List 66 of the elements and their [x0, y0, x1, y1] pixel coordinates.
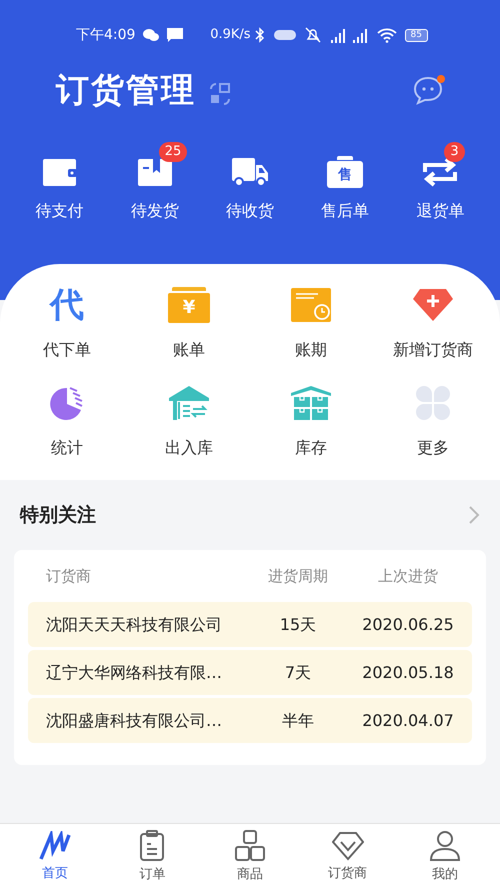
function-item[interactable]: 出入库: [128, 382, 250, 460]
table-cell-text: 2020.06.25: [361, 614, 455, 636]
function-item[interactable]: ¥ 账单: [128, 284, 250, 362]
warehouse-boxes-icon: [290, 385, 332, 421]
supplier-row[interactable]: 沈阳盛唐科技有限公司… 半年 2020.04.07: [28, 698, 472, 743]
clover-icon: [415, 385, 451, 421]
function-item[interactable]: 账期: [250, 284, 372, 362]
table-cell-text: 2020.05.18: [361, 662, 455, 684]
function-item[interactable]: 统计: [6, 382, 128, 460]
agent-icon: 代: [50, 285, 84, 325]
bell-muted-icon: [304, 27, 321, 43]
table-cell-text: 7天: [284, 662, 312, 684]
order-shortcut[interactable]: 25 待发货: [107, 140, 202, 223]
supplier-row[interactable]: 辽宁大华网络科技有限… 7天 2020.05.18: [28, 650, 472, 695]
table-cell-text: 2020.04.07: [361, 710, 455, 732]
supplier-row[interactable]: 沈阳天天天科技有限公司 15天 2020.06.25: [28, 602, 472, 647]
order-shortcut[interactable]: 售 售后单: [298, 140, 393, 223]
message-app-icon: [167, 28, 184, 42]
signal-icon: [328, 27, 347, 43]
column-header: 上次进货: [377, 566, 439, 587]
function-item[interactable]: 更多: [372, 382, 494, 460]
table-cell-text: 半年: [281, 710, 315, 732]
battery-indicator: 85: [404, 28, 428, 42]
table-cell-text: 沈阳盛唐科技有限公司…: [45, 710, 223, 732]
chevron-right-icon[interactable]: [468, 505, 480, 525]
clipboard-icon: [139, 830, 166, 862]
order-shortcut[interactable]: 3 退货单: [392, 140, 488, 223]
order-shortcut[interactable]: 待支付: [12, 140, 108, 223]
function-item[interactable]: 新增订货商: [372, 284, 494, 362]
table-cell-text: 15天: [278, 614, 318, 636]
gem-plus-icon: [412, 287, 454, 323]
wallet-icon: [42, 156, 78, 188]
status-time: 下午4:09: [76, 26, 136, 44]
network-speed: 0.9K/s: [210, 26, 251, 44]
toggle-icon: [272, 28, 297, 42]
diamond-icon: [332, 830, 364, 861]
tab-item[interactable]: 首页: [6, 824, 104, 890]
function-item[interactable]: 库存: [250, 382, 372, 460]
logo-icon: [38, 830, 71, 861]
box-icon: [136, 156, 173, 188]
table-cell-text: 沈阳天天天科技有限公司: [45, 614, 223, 636]
function-item[interactable]: 代 代下单: [6, 284, 128, 362]
repeat-icon: [422, 156, 458, 188]
tab-item[interactable]: 商品: [201, 824, 299, 890]
chat-app-icon: [143, 28, 160, 42]
tab-item[interactable]: 订单: [104, 824, 202, 890]
tab-item[interactable]: 我的: [396, 824, 494, 890]
scan-icon[interactable]: [208, 82, 232, 106]
warehouse-icon: [168, 385, 210, 421]
column-header: 进货周期: [267, 566, 329, 587]
count-badge: 25: [158, 142, 188, 162]
signal-icon: [350, 27, 369, 43]
bluetooth-icon: [254, 27, 265, 43]
column-header: 订货商: [45, 566, 92, 587]
tab-item[interactable]: 订货商: [298, 824, 396, 890]
boxes-icon: [234, 830, 266, 862]
wifi-icon: [376, 27, 397, 43]
page-title: 订货管理: [56, 69, 196, 112]
order-shortcut[interactable]: 待收货: [202, 140, 298, 223]
message-icon[interactable]: [412, 74, 446, 106]
calendar-clock-icon: [290, 287, 332, 323]
count-badge: 3: [444, 142, 465, 162]
section-title: 特别关注: [20, 502, 96, 528]
truck-icon: [230, 156, 269, 188]
table-cell-text: 辽宁大华网络科技有限…: [45, 662, 223, 684]
person-icon: [429, 830, 462, 862]
